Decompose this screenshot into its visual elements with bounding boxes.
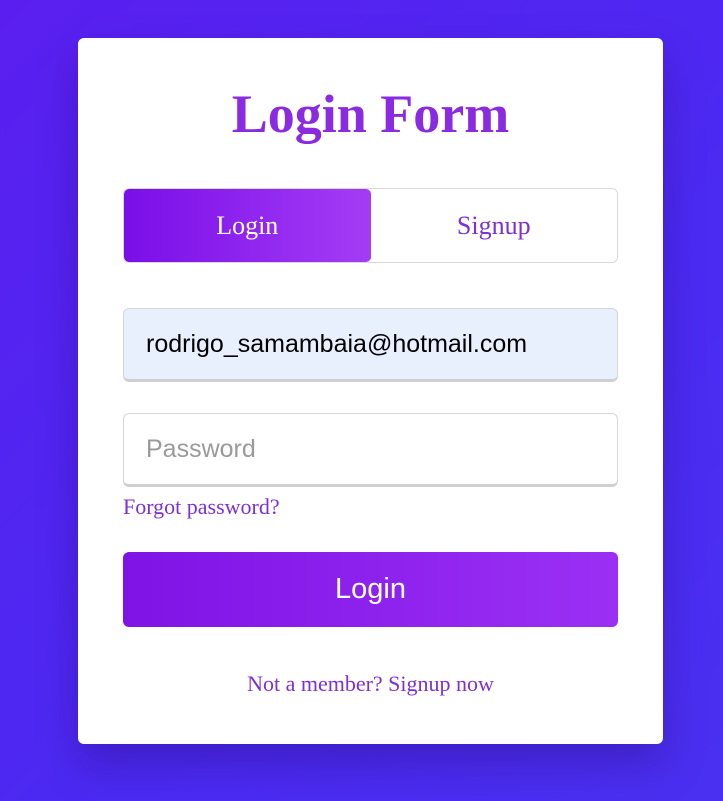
forgot-password-link[interactable]: Forgot password? xyxy=(123,494,280,520)
email-field[interactable] xyxy=(123,308,618,382)
tab-login[interactable]: Login xyxy=(124,189,371,262)
login-button[interactable]: Login xyxy=(123,552,618,627)
login-card: Login Form Login Signup Forgot password?… xyxy=(78,38,663,744)
tab-signup[interactable]: Signup xyxy=(370,189,617,262)
auth-tabs: Login Signup xyxy=(123,188,618,263)
form-title: Login Form xyxy=(231,84,510,144)
signup-prompt-text: Not a member? xyxy=(247,671,383,696)
signup-prompt: Not a member? Signup now xyxy=(78,671,663,697)
password-field[interactable] xyxy=(123,413,618,487)
signup-now-link[interactable]: Signup now xyxy=(388,671,494,696)
